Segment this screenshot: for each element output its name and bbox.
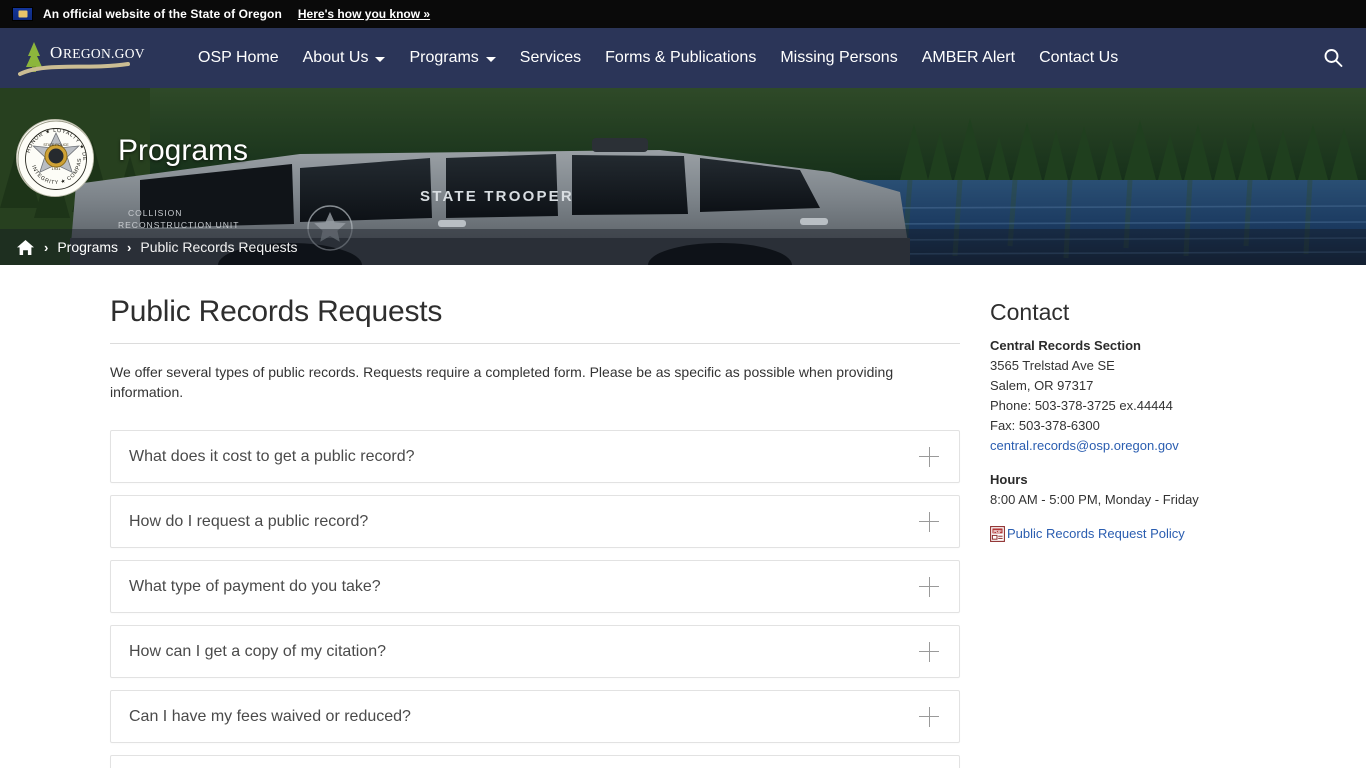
contact-email-link[interactable]: central.records@osp.oregon.gov [990,438,1179,453]
contact-sidebar: Contact Central Records Section 3565 Tre… [990,265,1266,768]
hours-label: Hours [990,472,1028,487]
nav-item-label: About Us [302,49,369,66]
chevron-down-icon [375,56,386,62]
nav-item-osp-home[interactable]: OSP Home [186,41,291,75]
pdf-icon: PDF [990,526,1005,542]
title-divider [110,343,960,344]
official-site-banner: An official website of the State of Oreg… [0,0,1366,28]
policy-link-row[interactable]: PDF Public Records Request Policy [990,524,1266,544]
svg-text:O: O [50,43,63,62]
accordion-label: How do I request a public record? [129,512,369,530]
accordion-label: How can I get a copy of my citation? [129,642,387,660]
contact-details: Central Records Section 3565 Trelstad Av… [990,336,1266,456]
contact-fax: Fax: 503-378-6300 [990,418,1100,433]
hours-block: Hours 8:00 AM - 5:00 PM, Monday - Friday [990,470,1266,510]
nav-item-label: Forms & Publications [605,49,757,66]
public-records-policy-link[interactable]: Public Records Request Policy [1007,524,1185,544]
plus-icon[interactable] [919,706,939,727]
plus-icon[interactable] [919,511,939,532]
home-icon[interactable] [16,239,35,256]
hours-value: 8:00 AM - 5:00 PM, Monday - Friday [990,492,1199,507]
accordion-label: Can I have my fees waived or reduced? [129,707,411,725]
contact-address-line1: 3565 Trelstad Ave SE [990,358,1115,373]
oregon-gov-logo[interactable]: O REGON.GOV [18,36,168,80]
chevron-down-icon [485,56,496,62]
accordion-item-fee-waiver[interactable]: Can I have my fees waived or reduced? [110,690,960,743]
main-column: Public Records Requests We offer several… [110,265,960,768]
svg-text:STATE POLICE: STATE POLICE [43,143,69,147]
sidebar-title: Contact [990,299,1070,325]
contact-phone: Phone: 503-378-3725 ex.44444 [990,398,1173,413]
accordion-item-cost[interactable]: What does it cost to get a public record… [110,430,960,483]
nav-item-label: OSP Home [198,49,279,66]
hero-banner: STATE TROOPER COLLISION RECONSTRUCTION U… [0,88,1366,265]
nav-item-label: Services [519,49,582,66]
nav-item-about-us[interactable]: About Us [291,41,398,75]
svg-text:COLLISION: COLLISION [128,208,182,218]
contact-org-name: Central Records Section [990,338,1141,353]
accordion-item-how-to-request[interactable]: How do I request a public record? [110,495,960,548]
breadcrumb-item-programs[interactable]: Programs [57,239,118,255]
nav-item-forms-publications[interactable]: Forms & Publications [593,41,768,75]
nav-item-programs[interactable]: Programs [397,41,507,75]
plus-icon[interactable] [919,576,939,597]
breadcrumb: › Programs › Public Records Requests [0,229,1366,265]
svg-text:REGON.GOV: REGON.GOV [63,46,145,61]
official-site-text: An official website of the State of Oreg… [43,7,282,21]
svg-text:1931: 1931 [52,166,62,171]
intro-text: We offer several types of public records… [110,364,894,400]
breadcrumb-separator: › [44,239,49,255]
nav-item-services[interactable]: Services [508,41,593,75]
svg-text:PDF: PDF [993,529,1002,534]
accordion-item-processing-time[interactable]: How long does it take to get a public re… [110,755,960,768]
hero-title: Programs [118,134,249,167]
breadcrumb-item-current: Public Records Requests [140,239,298,255]
plus-icon[interactable] [919,446,939,467]
nav-item-label: Contact Us [1039,49,1119,66]
nav-item-label: Programs [409,49,479,66]
contact-address-line2: Salem, OR 97317 [990,378,1094,393]
accordion-label: What does it cost to get a public record… [129,447,415,465]
page-title: Public Records Requests [110,295,443,328]
accordion-item-payment-types[interactable]: What type of payment do you take? [110,560,960,613]
page-content: Public Records Requests We offer several… [0,265,1366,768]
nav-item-contact-us[interactable]: Contact Us [1027,41,1130,75]
osp-badge-seal: HONOR ★ LOYALTY ★ DEDICATION INTEGRITY ★… [16,119,94,197]
accordion-item-citation-copy[interactable]: How can I get a copy of my citation? [110,625,960,678]
heres-how-you-know-link[interactable]: Here's how you know » [298,7,430,21]
nav-item-label: AMBER Alert [921,49,1016,66]
oregon-flag-icon [12,7,33,21]
breadcrumb-separator: › [127,239,132,255]
nav-item-missing-persons[interactable]: Missing Persons [768,41,909,75]
search-icon[interactable] [1316,41,1350,75]
plus-icon[interactable] [919,641,939,662]
svg-text:STATE TROOPER: STATE TROOPER [420,188,574,205]
faq-accordion: What does it cost to get a public record… [110,430,960,768]
nav-links: OSP Home About Us Programs Services Form… [186,41,1130,75]
nav-item-label: Missing Persons [780,49,898,66]
main-navigation: O REGON.GOV OSP Home About Us Programs S… [0,28,1366,88]
nav-item-amber-alert[interactable]: AMBER Alert [910,41,1027,75]
accordion-label: What type of payment do you take? [129,577,381,595]
